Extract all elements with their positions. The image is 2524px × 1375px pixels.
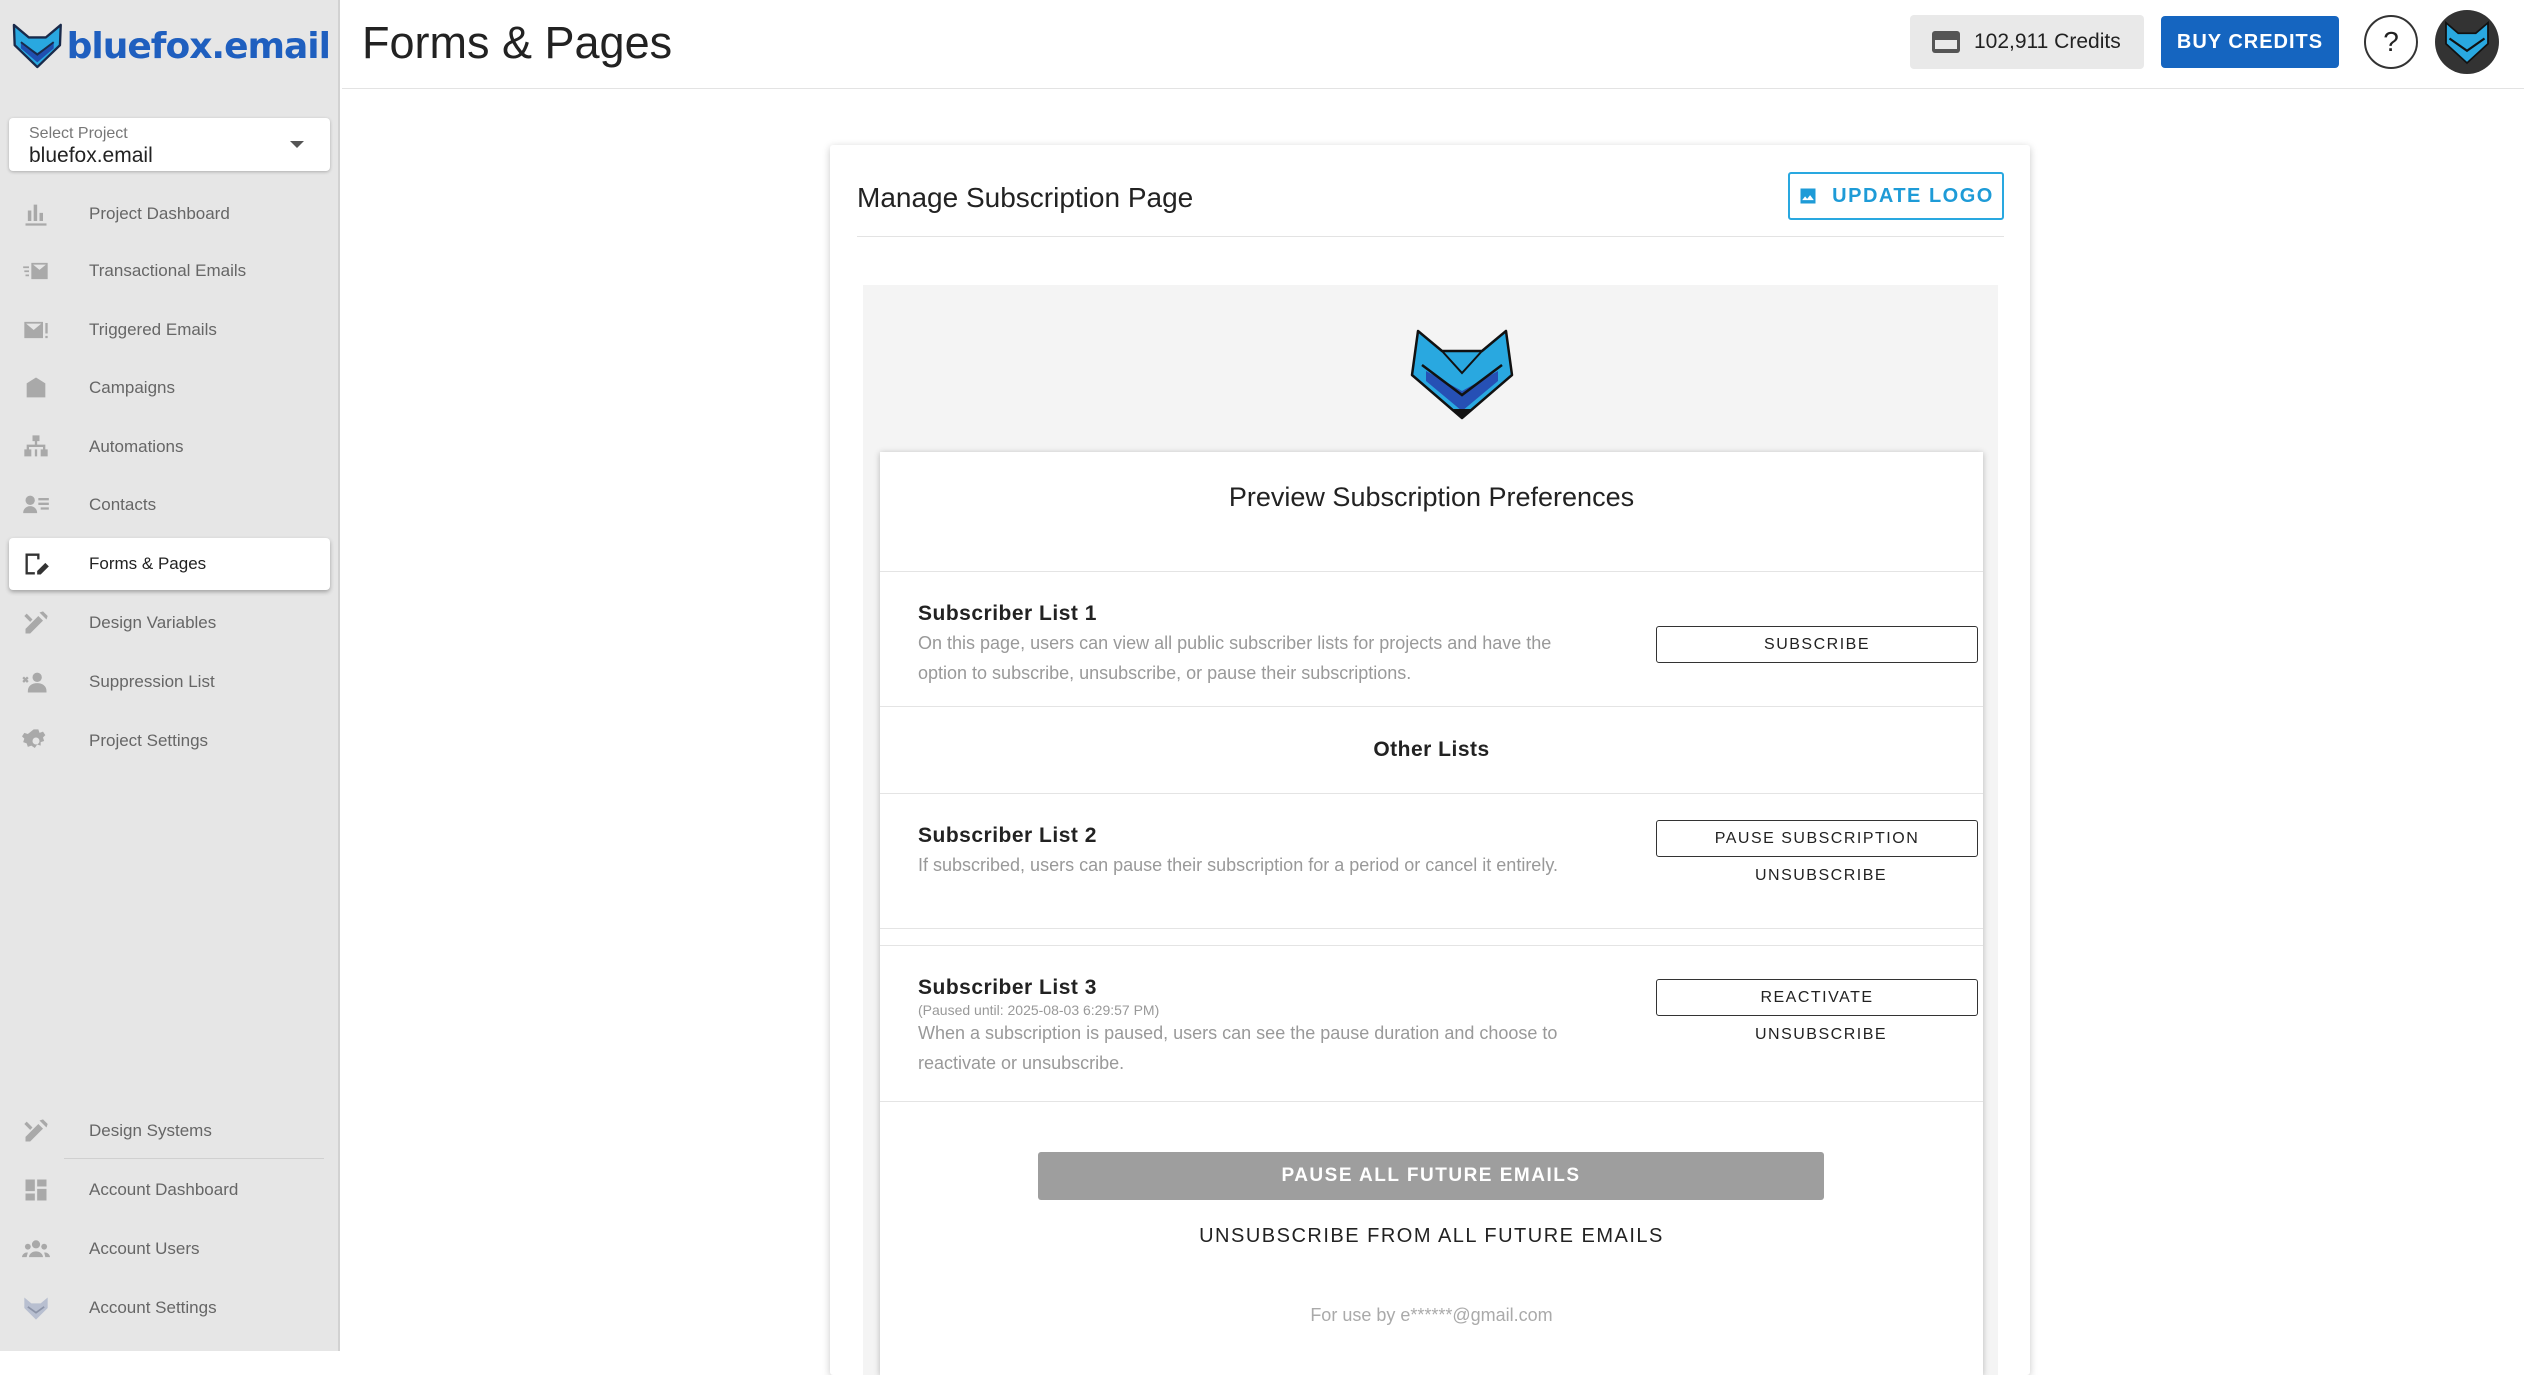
credit-card-icon (1932, 31, 1960, 53)
page-title: Forms & Pages (362, 17, 673, 68)
sidebar-item-design-systems[interactable]: Design Systems (9, 1105, 330, 1157)
sidebar-item-suppression-list[interactable]: Suppression List (9, 656, 330, 708)
unsubscribe-all-button[interactable]: UNSUBSCRIBE FROM ALL FUTURE EMAILS (880, 1216, 1983, 1256)
sidebar-item-forms-pages[interactable]: Forms & Pages (9, 538, 330, 590)
dashboard-icon (18, 1172, 54, 1208)
mail-alert-icon (18, 312, 54, 348)
sidebar-item-label: Account Users (89, 1239, 200, 1258)
list-name: Subscriber List 1 (918, 602, 1097, 625)
gear-icon (18, 723, 54, 759)
credits-chip[interactable]: 102,911 Credits (1910, 15, 2144, 69)
subscribe-button[interactable]: SUBSCRIBE (1656, 626, 1978, 663)
sidebar-item-account-dashboard[interactable]: Account Dashboard (9, 1164, 330, 1216)
project-select-label: Select Project (29, 125, 128, 142)
list-description: On this page, users can view all public … (918, 633, 1552, 683)
brand-name: bluefox.email (66, 25, 331, 67)
subscriber-list-row: Subscriber List 3 (Paused until: 2025-08… (918, 976, 1978, 1078)
unsubscribe-button[interactable]: UNSUBSCRIBE (1656, 1021, 1986, 1049)
sidebar-item-label: Project Dashboard (89, 204, 230, 223)
chevron-down-icon (290, 141, 304, 148)
sidebar-item-label: Design Variables (89, 613, 217, 632)
fox-avatar-icon (2445, 20, 2489, 65)
reactivate-button[interactable]: REACTIVATE (1656, 979, 1978, 1016)
sidebar-item-campaigns[interactable]: Campaigns (9, 362, 330, 414)
sidebar-item-project-settings[interactable]: Project Settings (9, 715, 330, 767)
other-lists-heading: Other Lists (1373, 738, 1490, 761)
project-select-value: bluefox.email (29, 144, 153, 167)
sidebar-item-triggered-emails[interactable]: Triggered Emails (9, 304, 330, 356)
campaign-icon (18, 370, 54, 406)
user-block-icon (18, 664, 54, 700)
pause-all-emails-button[interactable]: PAUSE ALL FUTURE EMAILS (1038, 1152, 1824, 1200)
subscriber-list-row: Subscriber List 2 If subscribed, users c… (918, 820, 1978, 884)
pause-subscription-button[interactable]: PAUSE SUBSCRIPTION (1656, 820, 1978, 857)
chart-icon (18, 196, 54, 232)
fox-logo-icon (12, 23, 62, 69)
fox-icon (18, 1290, 54, 1326)
sidebar-item-label: Triggered Emails (89, 320, 217, 339)
divider (880, 571, 1983, 572)
manage-subscription-card: Manage Subscription Page UPDATE LOGO Pre… (830, 145, 2030, 1375)
sidebar-item-label: Project Settings (89, 731, 209, 750)
card-divider (857, 236, 2004, 237)
sidebar-item-label: Automations (89, 437, 184, 456)
design-tools-icon (18, 1113, 54, 1149)
sidebar-item-project-dashboard[interactable]: Project Dashboard (9, 188, 330, 240)
subscription-preferences-card: Preview Subscription Preferences Subscri… (880, 452, 1983, 1375)
sidebar-item-account-settings[interactable]: Account Settings (9, 1282, 330, 1334)
form-edit-icon (18, 546, 54, 582)
sidebar-item-label: Contacts (89, 495, 157, 514)
brand-logo[interactable]: bluefox.email (10, 8, 331, 84)
divider (880, 928, 1983, 929)
sidebar-item-label: Transactional Emails (89, 261, 247, 280)
credits-count: 102,911 Credits (1974, 30, 2121, 53)
divider (880, 1101, 1983, 1102)
list-description: If subscribed, users can pause their sub… (918, 855, 1558, 875)
update-logo-label: UPDATE LOGO (1832, 184, 1994, 207)
sidebar-item-account-users[interactable]: Account Users (9, 1223, 330, 1275)
fast-mail-icon (18, 253, 54, 289)
top-header: Forms & Pages 102,911 Credits BUY CREDIT… (342, 0, 2524, 89)
avatar[interactable] (2435, 10, 2499, 74)
card-title: Manage Subscription Page (857, 182, 1194, 213)
image-icon (1800, 188, 1816, 204)
sidebar-item-label: Forms & Pages (89, 554, 207, 573)
for-use-by-text: For use by e******@gmail.com (1310, 1305, 1553, 1325)
divider (880, 793, 1983, 794)
preferences-title: Preview Subscription Preferences (1228, 482, 1635, 512)
contacts-icon (18, 487, 54, 523)
fox-logo-icon (1410, 329, 1514, 420)
help-button[interactable]: ? (2364, 15, 2418, 69)
sidebar-item-label: Campaigns (89, 378, 175, 397)
sidebar-item-contacts[interactable]: Contacts (9, 479, 330, 531)
sidebar-item-transactional-emails[interactable]: Transactional Emails (9, 245, 330, 297)
project-select[interactable]: Select Project bluefox.email (9, 118, 330, 171)
sidebar-item-label: Account Settings (89, 1298, 217, 1317)
update-logo-button[interactable]: UPDATE LOGO (1788, 172, 2004, 220)
list-description: When a subscription is paused, users can… (918, 1023, 1558, 1073)
subscriber-list-row: Subscriber List 1 On this page, users ca… (918, 602, 1978, 688)
sidebar: bluefox.email Select Project bluefox.ema… (0, 0, 340, 1351)
preview-area: Preview Subscription Preferences Subscri… (863, 285, 1998, 1375)
divider (880, 945, 1983, 946)
sidebar-item-label: Account Dashboard (89, 1180, 239, 1199)
unsubscribe-button[interactable]: UNSUBSCRIBE (1656, 862, 1986, 890)
sidebar-item-design-variables[interactable]: Design Variables (9, 597, 330, 649)
sidebar-item-automations[interactable]: Automations (9, 421, 330, 473)
users-icon (18, 1231, 54, 1267)
design-tools-icon (18, 605, 54, 641)
buy-credits-button[interactable]: BUY CREDITS (2161, 16, 2339, 68)
sidebar-item-label: Design Systems (89, 1121, 212, 1140)
sidebar-divider (64, 1158, 324, 1159)
divider (880, 706, 1983, 707)
sitemap-icon (18, 429, 54, 465)
sidebar-item-label: Suppression List (89, 672, 215, 691)
